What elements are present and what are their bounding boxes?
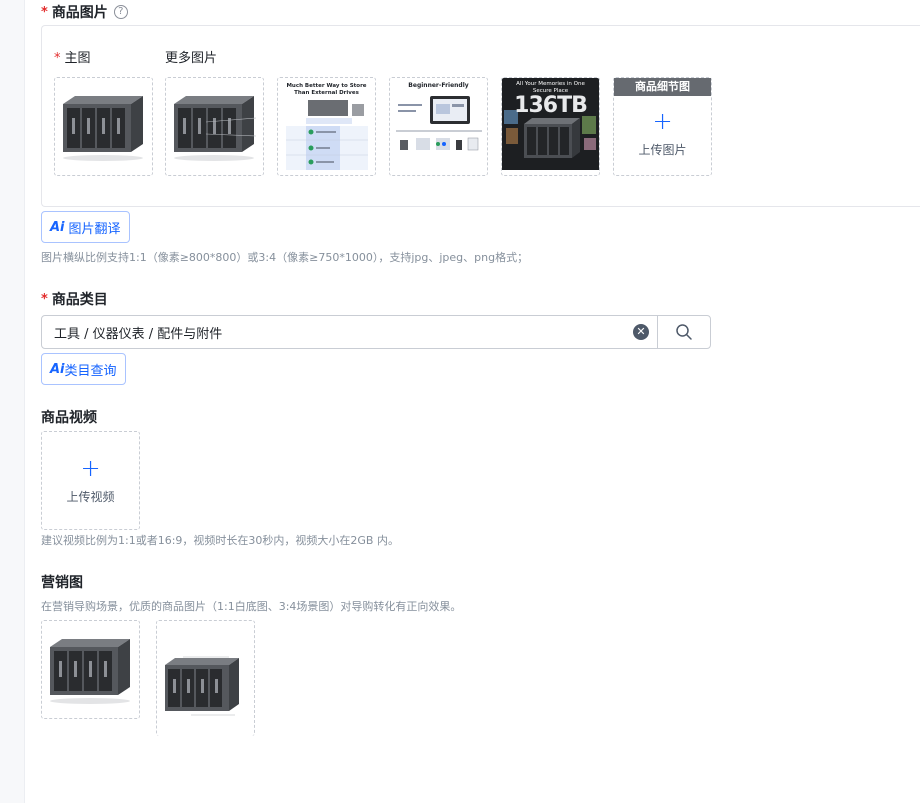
video-section-title: 商品视频 xyxy=(41,410,97,426)
images-hint: 图片横纵比例支持1:1（像素≥800*800）或3:4（像素≥750*1000）… xyxy=(41,251,529,264)
category-input[interactable]: 工具 / 仪器仪表 / 配件与附件 ✕ xyxy=(41,315,711,349)
more-image-thumb-4[interactable]: All Your Memories in One Secure Place 13… xyxy=(501,77,600,176)
tablet-app-icon xyxy=(396,96,482,151)
detail-image-badge: 商品细节图 xyxy=(614,78,711,96)
marketing-image-portrait[interactable] xyxy=(156,620,255,736)
images-panel: * 主图 更多图片 Much Better Way to Store Than … xyxy=(41,25,920,207)
required-mark: * xyxy=(41,4,48,20)
marketing-hint: 在营销导购场景，优质的商品图片（1:1白底图、3:4场景图）对导购转化有正向效果… xyxy=(41,600,462,613)
category-search-button[interactable] xyxy=(657,316,710,348)
plus-icon: + xyxy=(80,454,101,482)
more-images-label: 更多图片 xyxy=(165,51,218,66)
category-title-text: 商品类目 xyxy=(51,292,108,308)
plus-icon: + xyxy=(652,107,673,135)
more-image-thumb-1[interactable] xyxy=(165,77,264,176)
main-image-label: * 主图 xyxy=(54,47,91,66)
category-section-title: * 商品类目 xyxy=(41,289,108,309)
upload-video-label: 上传视频 xyxy=(66,490,115,504)
marketing-image-square[interactable] xyxy=(41,620,140,719)
required-mark: * xyxy=(54,51,61,66)
product-form-page: * 商品图片 ? * 主图 更多图片 Much Better Way to St… xyxy=(24,0,920,803)
marketing-section-title: 营销图 xyxy=(41,575,83,591)
ai-icon: Ai xyxy=(50,219,65,235)
nas-device-icon xyxy=(174,96,257,161)
nas-device-icon xyxy=(50,639,130,704)
nas-device-icon xyxy=(63,96,143,161)
required-mark: * xyxy=(41,291,48,307)
search-icon xyxy=(676,324,692,340)
ai-image-translate-button[interactable]: Ai 图片翻译 xyxy=(41,211,130,243)
nas-device-icon xyxy=(165,656,239,716)
video-hint: 建议视频比例为1:1或者16:9，视频时长在30秒内，视频大小在2GB 内。 xyxy=(41,534,399,547)
main-image-thumb[interactable] xyxy=(54,77,153,176)
detail-image-upload[interactable]: 商品细节图 + 上传图片 xyxy=(613,77,712,176)
comparison-chart-icon xyxy=(286,100,368,170)
ai-icon: Ai xyxy=(50,361,65,377)
video-upload[interactable]: + 上传视频 xyxy=(41,431,140,530)
category-value[interactable]: 工具 / 仪器仪表 / 配件与附件 xyxy=(42,323,633,342)
ai-image-translate-label: 图片翻译 xyxy=(68,221,121,237)
capacity-headline: 136TB xyxy=(514,93,588,118)
ai-category-query-button[interactable]: Ai 类目查询 xyxy=(41,353,126,385)
more-image-thumb-3[interactable]: Beginner-Friendly xyxy=(389,77,488,176)
more-image-thumb-2[interactable]: Much Better Way to Store Than External D… xyxy=(277,77,376,176)
ai-category-query-label: 类目查询 xyxy=(64,363,117,379)
help-icon[interactable]: ? xyxy=(113,5,128,19)
images-section-title: * 商品图片 ? xyxy=(41,2,128,22)
images-title-text: 商品图片 xyxy=(51,5,108,21)
upload-image-label: 上传图片 xyxy=(638,143,687,157)
main-image-label-text: 主图 xyxy=(64,51,91,66)
clear-icon[interactable]: ✕ xyxy=(633,324,649,340)
